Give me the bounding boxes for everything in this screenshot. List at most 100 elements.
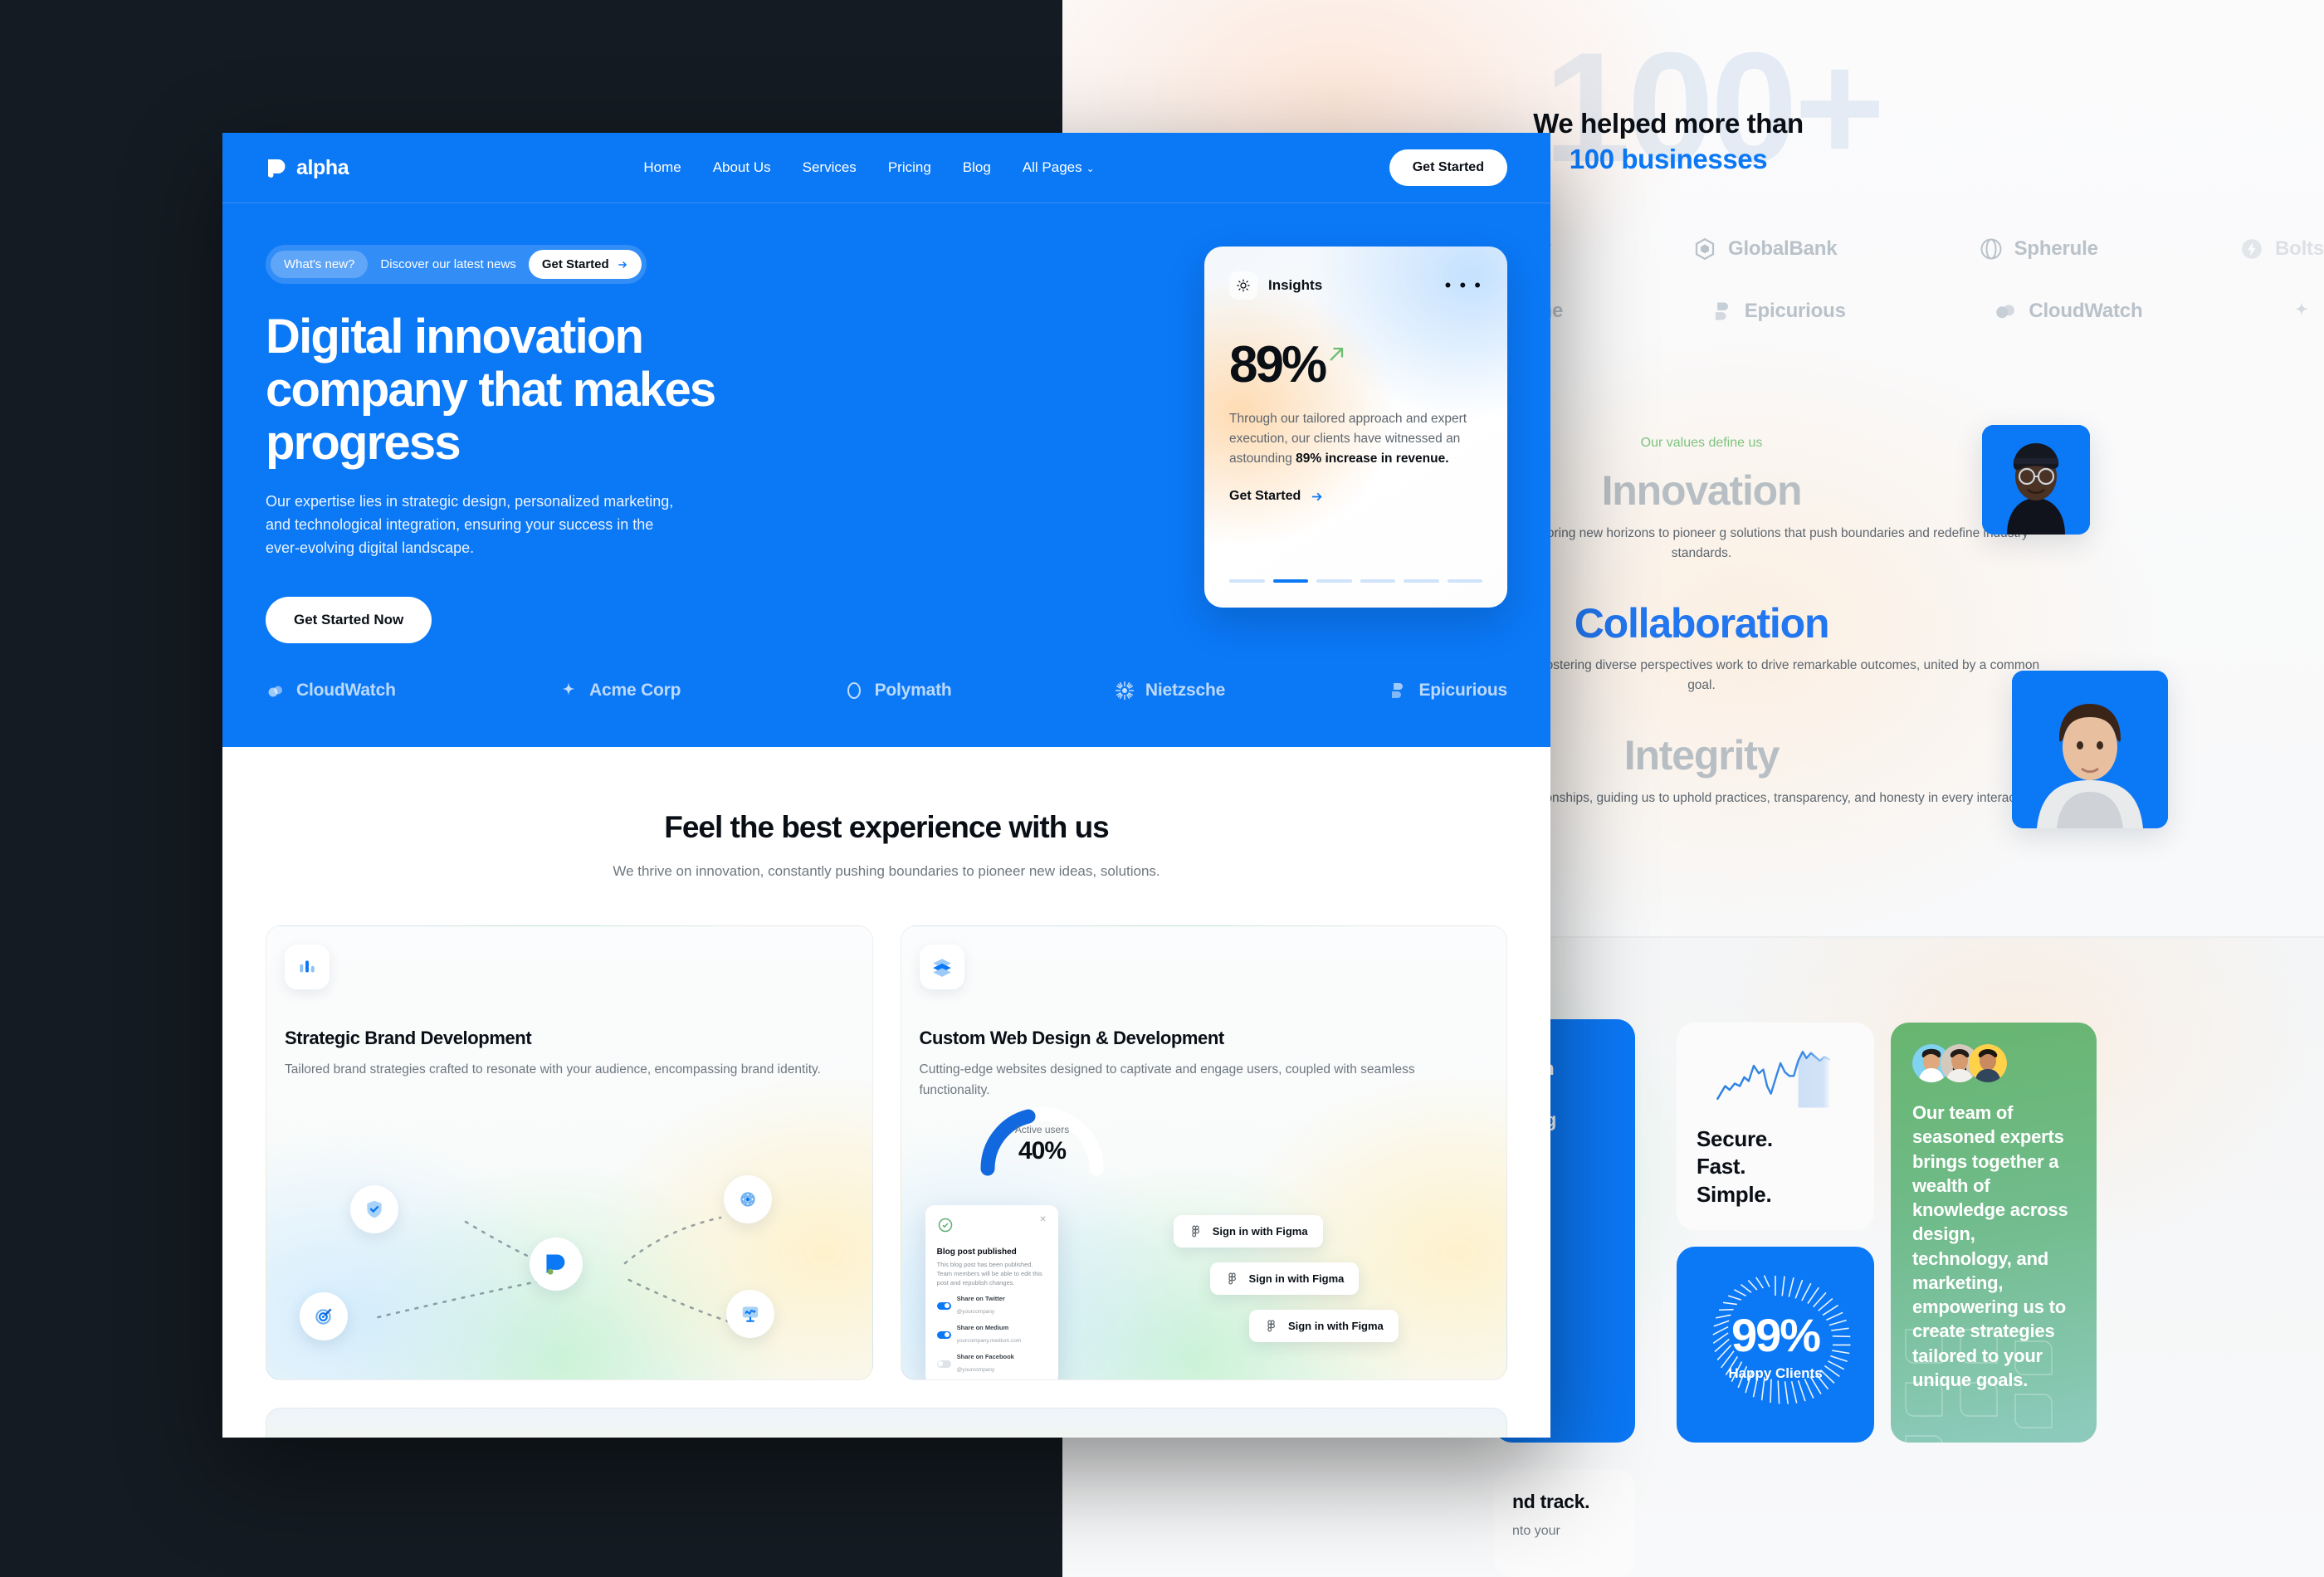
partner-label: Epicurious (1418, 681, 1507, 700)
figma-button-label: Sign in with Figma (1212, 1225, 1308, 1238)
partner-cloudwatch: CloudWatch (266, 681, 396, 701)
epicurious-icon (1711, 300, 1734, 323)
toggle-text: Share on Medium yourcompany.medium.com (957, 1324, 1022, 1346)
insights-dot-active[interactable] (1272, 579, 1308, 583)
brand-logo[interactable]: alpha (266, 156, 349, 180)
bar-chart-icon (285, 945, 330, 989)
insights-progress-dots[interactable] (1229, 579, 1482, 583)
feature-card-body: Custom Web Design & Development Cutting-… (901, 926, 1507, 1101)
logo-label: Bolts (2274, 237, 2324, 260)
hero-section: What's new? Discover our latest news Get… (222, 203, 1550, 747)
feature-card-custom-web-design-development[interactable]: Custom Web Design & Development Cutting-… (900, 925, 1507, 1380)
partner-label: Nietzsche (1145, 681, 1226, 700)
epicurious-icon (1392, 683, 1404, 698)
insights-dot[interactable] (1360, 579, 1395, 583)
figma-icon (1267, 1320, 1275, 1332)
insights-get-started-link[interactable]: Get Started (1229, 489, 1482, 504)
nav-get-started-button[interactable]: Get Started (1389, 149, 1507, 186)
line-chart-graphic (1716, 1050, 1831, 1108)
close-icon[interactable]: ✕ (1039, 1215, 1046, 1224)
sign-in-with-figma-button-1[interactable]: Sign in with Figma (1173, 1215, 1323, 1247)
toggle-row[interactable]: Share on Twitter @yourcompany (936, 1295, 1047, 1317)
insights-dot[interactable] (1404, 579, 1439, 583)
secure-fast-simple-card: Secure. Fast. Simple. (1677, 1023, 1874, 1230)
toggle-label: Share on Medium (956, 1323, 1009, 1331)
sparkle-icon (2290, 300, 2313, 323)
feature-card-2-illustration: Active users 40% ✕ Blog post published T… (901, 1107, 1507, 1379)
toggle-row[interactable]: Share on Facebook @yourcompany (936, 1353, 1047, 1375)
insights-dot[interactable] (1229, 579, 1265, 583)
gauge-label: Active users (1014, 1124, 1070, 1135)
toggle-text: Share on Facebook @yourcompany (957, 1353, 1014, 1375)
toggle-text: Share on Twitter @yourcompany (957, 1295, 1005, 1317)
nav-link-pricing[interactable]: Pricing (888, 159, 931, 176)
figma-button-label: Sign in with Figma (1248, 1272, 1345, 1285)
logo-item: Epicurious (1711, 300, 1846, 323)
trend-up-arrow-icon (1330, 347, 1344, 361)
features-heading: Feel the best experience with us (664, 810, 1110, 844)
app-window: alpha Home About Us Services Pricing Blo… (222, 133, 1550, 1438)
sign-in-with-figma-button-2[interactable]: Sign in with Figma (1209, 1262, 1360, 1295)
figma-icon (1192, 1225, 1199, 1238)
modal-body: This blog post has been published. Team … (936, 1261, 1042, 1286)
right-card-white-paragraph: nto your (1512, 1524, 1560, 1538)
brand-name: alpha (296, 155, 349, 179)
nav-links: Home About Us Services Pricing Blog All … (643, 159, 1094, 176)
partner-nietzsche: Nietzsche (1115, 681, 1225, 701)
insights-description-bold: 89% increase in revenue. (1296, 452, 1449, 466)
partner-epicurious: Epicurious (1388, 681, 1507, 701)
chevron-down-icon: ⌄ (1086, 163, 1095, 174)
insights-value: 89% (1229, 336, 1327, 393)
toggle-sublabel: @yourcompany (956, 1366, 995, 1373)
nav-link-home[interactable]: Home (643, 159, 681, 176)
ellipse-icon (847, 682, 861, 699)
toggle-switch[interactable] (936, 1301, 951, 1310)
toggle-label: Share on Facebook (956, 1352, 1014, 1360)
navigation-bar: alpha Home About Us Services Pricing Blo… (222, 133, 1550, 203)
logo-item: CloudWatch (1993, 299, 2143, 324)
partner-logo-strip: CloudWatch Acme Corp Polymath Nietzsche … (266, 681, 1507, 701)
nav-link-blog[interactable]: Blog (963, 159, 991, 176)
right-card-white-heading: nd track. (1512, 1491, 1590, 1512)
lightbulb-icon (1229, 271, 1257, 300)
avatar-group (1891, 1023, 2097, 1101)
toggle-sublabel: @yourcompany (956, 1308, 995, 1315)
right-card-white-fragment: nd track. nto your (1494, 1469, 1635, 1577)
secure-fast-simple-text: Secure. Fast. Simple. (1697, 1126, 1773, 1207)
bolt-icon (2239, 237, 2264, 261)
figma-button-label: Sign in with Figma (1287, 1320, 1384, 1332)
cloud-icon (268, 686, 282, 697)
announcement-get-started-button[interactable]: Get Started (528, 250, 642, 279)
modal-top: ✕ (937, 1215, 1047, 1238)
feature-card-title: Strategic Brand Development (285, 1028, 532, 1048)
toggle-switch[interactable] (936, 1330, 951, 1339)
announcement-pill[interactable]: What's new? Discover our latest news Get… (266, 245, 647, 284)
team-portrait-2 (2012, 671, 2168, 828)
insights-dot[interactable] (1316, 579, 1352, 583)
hero-get-started-now-button[interactable]: Get Started Now (266, 597, 432, 644)
nav-link-all-pages[interactable]: All Pages ⌄ (1023, 159, 1095, 176)
team-expertise-card: Our team of seasoned experts brings toge… (1891, 1023, 2097, 1443)
node-shield (349, 1185, 398, 1233)
toggle-switch[interactable] (936, 1360, 951, 1368)
feature-card-strategic-brand-development[interactable]: Strategic Brand Development Tailored bra… (266, 925, 873, 1380)
layers-icon (919, 945, 964, 989)
insights-dot[interactable] (1447, 579, 1482, 583)
toggle-row[interactable]: Share on Medium yourcompany.medium.com (936, 1324, 1047, 1346)
figma-icon (1228, 1272, 1236, 1285)
sign-in-with-figma-button-3[interactable]: Sign in with Figma (1248, 1310, 1399, 1342)
insights-description: Through our tailored approach and expert… (1229, 409, 1482, 469)
modal-title: Blog post published (936, 1247, 1017, 1257)
nav-link-about-us[interactable]: About Us (713, 159, 771, 176)
feature-card-body-text: Tailored brand strategies crafted to res… (285, 1062, 821, 1077)
nav-link-services[interactable]: Services (803, 159, 857, 176)
node-analytics (726, 1290, 775, 1338)
logo-label: CloudWatch (2029, 300, 2143, 322)
next-card-peek (266, 1408, 1507, 1438)
insights-menu-button[interactable]: • • • (1445, 276, 1482, 295)
logo-label: GlobalBank (1727, 237, 1838, 260)
check-circle-icon (938, 1218, 952, 1233)
insights-value-row: 89% (1229, 339, 1482, 391)
avatar (1969, 1044, 2007, 1082)
feature-card-1-illustration (266, 1130, 872, 1379)
